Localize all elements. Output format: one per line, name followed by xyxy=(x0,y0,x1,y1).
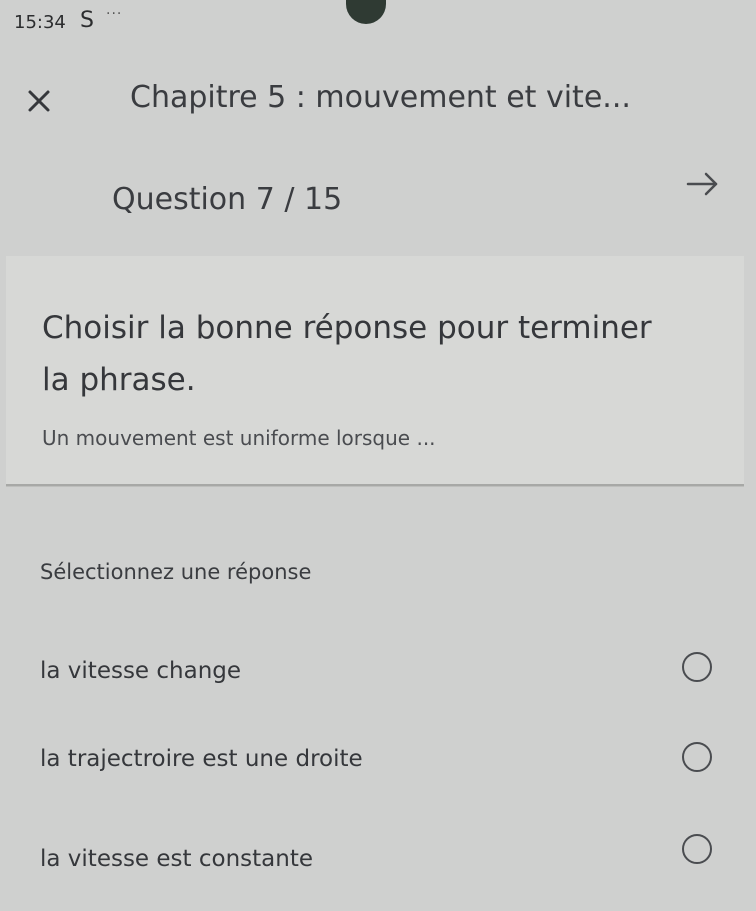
close-icon[interactable] xyxy=(24,86,54,116)
answer-option-1[interactable]: la vitesse change xyxy=(0,620,756,700)
answer-instruction: Sélectionnez une réponse xyxy=(40,560,312,584)
camera-notch xyxy=(346,0,386,24)
question-card: Choisir la bonne réponse pour terminer l… xyxy=(6,256,744,486)
more-notifications-icon: ··· xyxy=(106,6,123,22)
question-prompt: Choisir la bonne réponse pour terminer l… xyxy=(42,310,652,398)
radio-unchecked-icon[interactable] xyxy=(682,652,712,682)
arrow-right-icon[interactable] xyxy=(684,166,724,202)
status-time: 15:34 xyxy=(14,12,66,33)
quiz-header xyxy=(0,40,756,260)
answer-option-label: la trajectroire est une droite xyxy=(40,746,363,772)
chapter-title: Chapitre 5 : mouvement et vite... xyxy=(130,80,631,115)
answer-option-3[interactable]: la vitesse est constante xyxy=(0,810,756,890)
answer-option-2[interactable]: la trajectroire est une droite xyxy=(0,714,756,794)
question-sentence: Un mouvement est uniforme lorsque ... xyxy=(42,426,436,450)
status-bar: 15:34 S ··· xyxy=(0,0,756,40)
answer-option-label: la vitesse est constante xyxy=(40,846,313,872)
radio-unchecked-icon[interactable] xyxy=(682,834,712,864)
question-counter: Question 7 / 15 xyxy=(112,182,343,217)
app-notification-icon: S xyxy=(80,8,94,33)
answer-option-label: la vitesse change xyxy=(40,658,242,684)
status-icons xyxy=(580,0,740,8)
radio-unchecked-icon[interactable] xyxy=(682,742,712,772)
